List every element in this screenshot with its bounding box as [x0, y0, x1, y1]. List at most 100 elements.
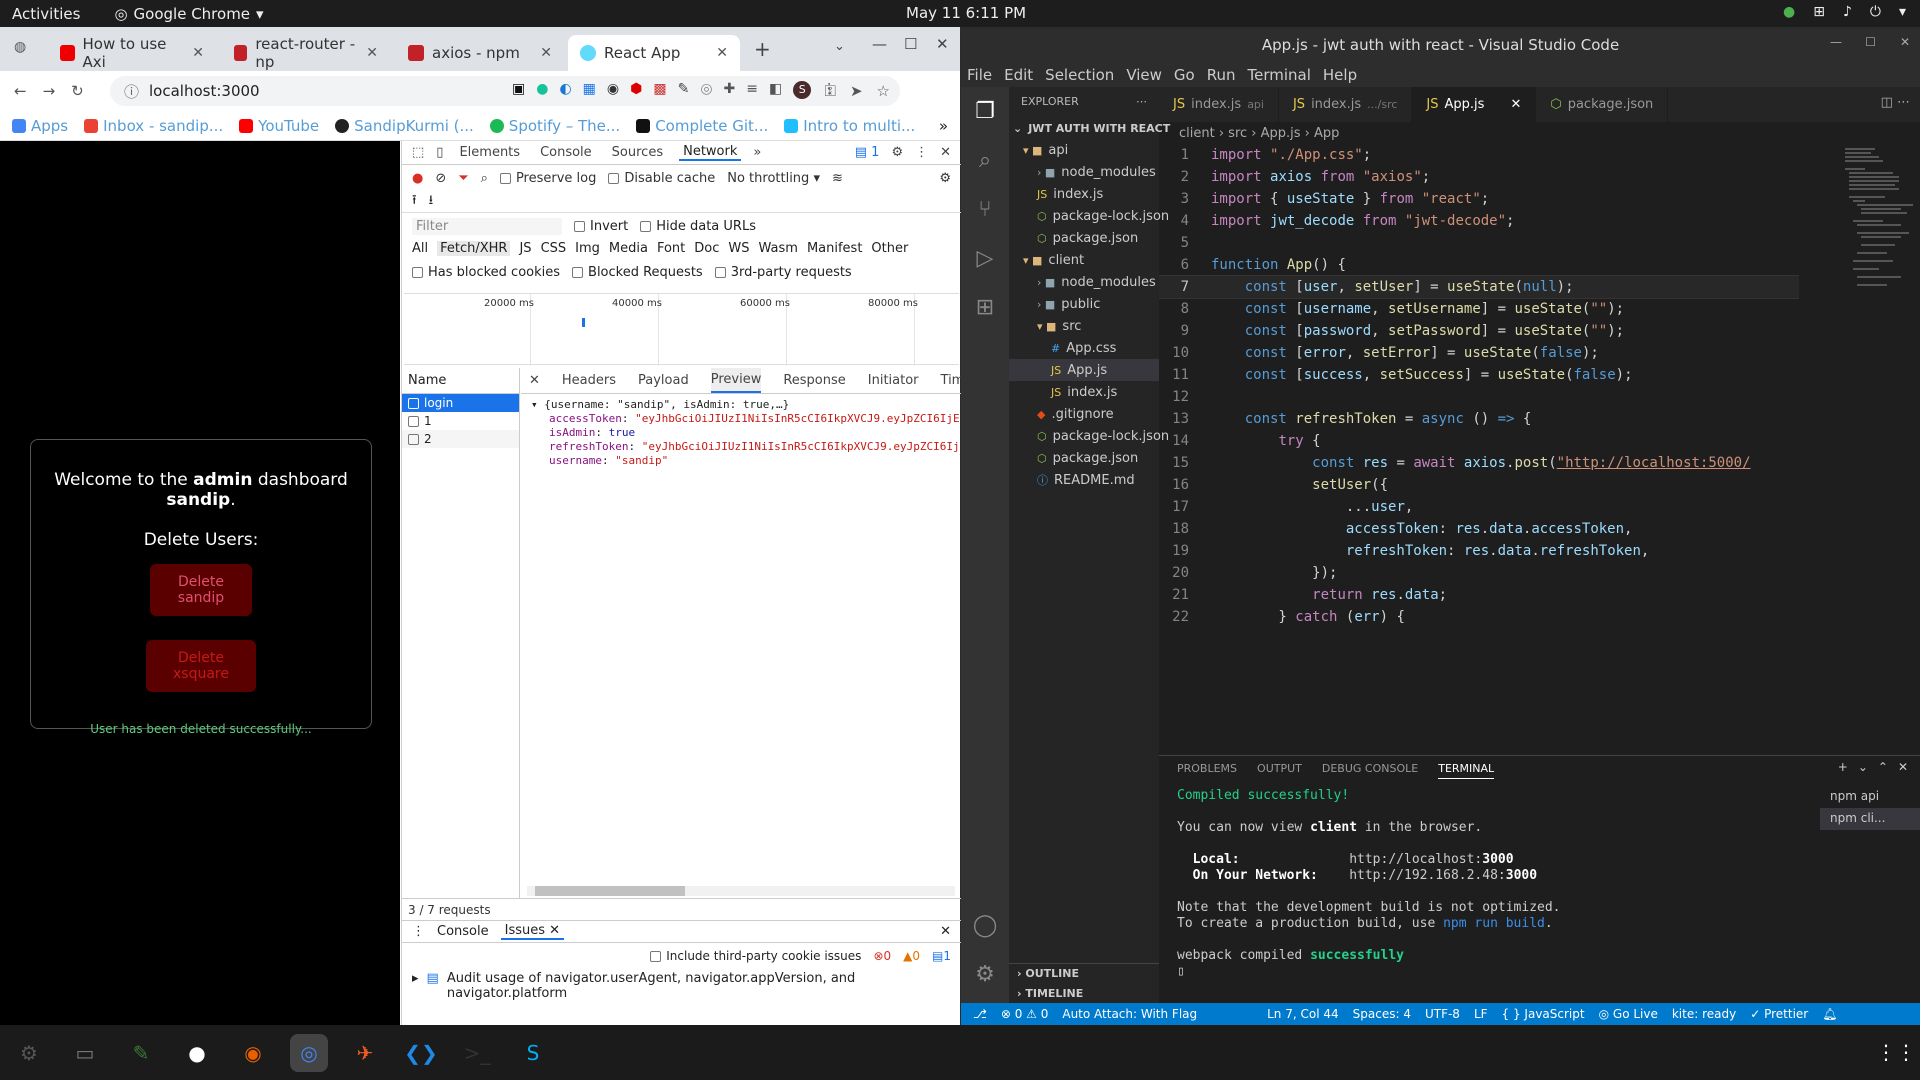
menu-icon[interactable]: ⋮ [822, 81, 836, 99]
browser-tab-3[interactable]: React App ✕ [568, 35, 740, 71]
file-item[interactable]: ⬡ package.json [1009, 447, 1159, 469]
terminal-output[interactable]: Compiled successfully! You can now view … [1177, 788, 1777, 980]
code-line[interactable]: 4 import jwt_decode from "jwt-decode"; [1159, 210, 1799, 232]
editor-tab-package-json[interactable]: ⬡ package.json [1536, 87, 1669, 122]
include-third-party-checkbox[interactable]: Include third-party cookie issues [650, 949, 861, 963]
maximize-button[interactable]: ☐ [904, 35, 917, 53]
send-icon[interactable]: ➤ [850, 82, 863, 100]
file-item[interactable]: ⬡ package-lock.json [1009, 205, 1169, 227]
code-line[interactable]: 22 } catch (err) { [1159, 606, 1799, 628]
language-status[interactable]: { } JavaScript [1502, 1007, 1585, 1021]
type-manifest[interactable]: Manifest [807, 241, 862, 256]
code-line[interactable]: 16 setUser({ [1159, 474, 1799, 496]
sidepanel-icon[interactable]: ◧ [769, 81, 782, 99]
code-line[interactable]: 17 ... user, [1159, 496, 1799, 518]
tab-sources[interactable]: Sources [608, 145, 667, 160]
maximize-button[interactable]: ☐ [1865, 35, 1876, 49]
tab-payload[interactable]: Payload [638, 373, 689, 388]
export-icon[interactable]: ⭳ [429, 191, 434, 213]
folder-item[interactable]: ▾ ■ src [1009, 315, 1159, 337]
cursor-position[interactable]: Ln 7, Col 44 [1267, 1007, 1339, 1021]
auto-attach-status[interactable]: Auto Attach: With Flag [1062, 1007, 1197, 1021]
type-font[interactable]: Font [657, 241, 685, 256]
close-drawer-icon[interactable]: ✕ [940, 924, 951, 939]
colorpicker-icon[interactable]: ✎ [678, 81, 690, 99]
request-row[interactable]: 1 [402, 412, 519, 430]
tab-preview[interactable]: Preview [710, 368, 762, 393]
close-window-button[interactable]: ✕ [1900, 35, 1910, 49]
minimap[interactable] [1837, 144, 1920, 344]
close-panel-icon[interactable]: ✕ [1898, 760, 1908, 774]
grammarly-icon[interactable]: ● [536, 81, 548, 99]
tab-search-icon[interactable]: ◍ [14, 39, 26, 55]
avatar[interactable]: S [793, 81, 812, 99]
folder-item[interactable]: ▾ ■ api [1009, 139, 1159, 161]
show-apps-grid-icon[interactable]: ⋮⋮⋮ [1876, 1040, 1920, 1064]
type-other[interactable]: Other [871, 241, 908, 256]
tab-elements[interactable]: Elements [455, 145, 524, 160]
menu-terminal[interactable]: Terminal [1248, 66, 1311, 84]
tab-network[interactable]: Network [679, 144, 742, 161]
type-js[interactable]: JS [519, 241, 531, 256]
issue-row[interactable]: ▸ ▤ Audit usage of navigator.userAgent, … [412, 971, 942, 1001]
filter-input[interactable]: Filter [412, 217, 562, 235]
type-ws[interactable]: WS [728, 241, 749, 256]
close-details-icon[interactable]: ✕ [529, 373, 540, 388]
postman-icon[interactable]: ✈ [346, 1034, 384, 1072]
folder-item[interactable]: ▾ ■ client [1009, 249, 1159, 271]
type-doc[interactable]: Doc [694, 241, 719, 256]
go-live-button[interactable]: ◎ Go Live [1599, 1007, 1658, 1021]
extension-icon[interactable]: ▣ [512, 81, 525, 99]
tab-list-chevron-icon[interactable]: ⌄ [834, 39, 845, 54]
indentation-status[interactable]: Spaces: 4 [1353, 1007, 1411, 1021]
editor-tab-index-api[interactable]: JS index.js api [1159, 87, 1279, 122]
close-icon[interactable]: ✕ [366, 45, 378, 61]
close-icon[interactable]: ✕ [1510, 97, 1521, 112]
tab-console[interactable]: Console [536, 145, 596, 160]
close-icon[interactable]: ✕ [716, 45, 728, 61]
folder-item[interactable]: › ■ node_modules [1009, 271, 1159, 293]
code-line[interactable]: 3 import { useState } from "react"; [1159, 188, 1799, 210]
chevron-right-icon[interactable]: » [939, 117, 948, 135]
inspect-icon[interactable]: ⬚ [412, 145, 424, 160]
vscode-icon[interactable]: ❮❯ [402, 1034, 440, 1072]
code-line[interactable]: 11 const [success, setSuccess] = useStat… [1159, 364, 1799, 386]
skype-icon[interactable]: S [514, 1034, 552, 1072]
code-line[interactable]: 6 function App() { [1159, 254, 1799, 276]
request-row[interactable]: 2 [402, 430, 519, 448]
file-item[interactable]: ⬡ package-lock.json [1009, 425, 1169, 447]
browser-tab-2[interactable]: axios - npm ✕ [396, 35, 564, 71]
drawer-menu-icon[interactable]: ⋮ [412, 924, 425, 939]
drawer-tab-console[interactable]: Console [437, 924, 489, 939]
split-editor-icon[interactable]: ◫ ⋯ [1871, 87, 1920, 122]
file-item[interactable]: JS App.js [1009, 359, 1159, 381]
import-icon[interactable]: ⭱ [412, 191, 417, 213]
menu-view[interactable]: View [1126, 66, 1162, 84]
menu-help[interactable]: Help [1323, 66, 1357, 84]
code-line[interactable]: 9 const [password, setPassword] = useSta… [1159, 320, 1799, 342]
menu-selection[interactable]: Selection [1045, 66, 1114, 84]
bookmark-github[interactable]: SandipKurmi (... [335, 117, 474, 135]
back-icon[interactable]: ← [14, 82, 27, 100]
code-line[interactable]: 18 accessToken: res. data. accessToken, [1159, 518, 1799, 540]
encoding-status[interactable]: UTF-8 [1425, 1007, 1460, 1021]
type-img[interactable]: Img [575, 241, 600, 256]
file-item[interactable]: ⬡ package.json [1009, 227, 1159, 249]
code-line[interactable]: 7 const [user, setUser] = useState(null)… [1159, 275, 1799, 299]
file-item[interactable]: ◆ .gitignore [1009, 403, 1159, 425]
issues-badge[interactable]: ▤ 1 [855, 145, 880, 160]
timeline-section[interactable]: › TIMELINE [1009, 984, 1159, 1004]
tab-timing[interactable]: Timing [941, 373, 961, 388]
account-icon[interactable]: ◯ [973, 913, 998, 938]
horizontal-scrollbar[interactable] [527, 886, 955, 896]
code-line[interactable]: 15 const res = await axios. post("http://… [1159, 452, 1799, 474]
update-icon[interactable]: ● [1783, 4, 1795, 20]
chrome-icon[interactable]: ◎ [290, 1033, 328, 1072]
source-control-icon[interactable]: ⑂ [978, 197, 991, 222]
delete-sandip-button[interactable]: Delete sandip [150, 564, 252, 616]
terminal-instance-api[interactable]: npm api [1820, 786, 1920, 808]
problems-status[interactable]: ⊗ 0 ⚠ 0 [1001, 1007, 1049, 1021]
file-item[interactable]: ⓘ README.md [1009, 469, 1159, 491]
invert-checkbox[interactable]: Invert [574, 219, 628, 234]
hide-data-urls-checkbox[interactable]: Hide data URLs [640, 219, 756, 234]
